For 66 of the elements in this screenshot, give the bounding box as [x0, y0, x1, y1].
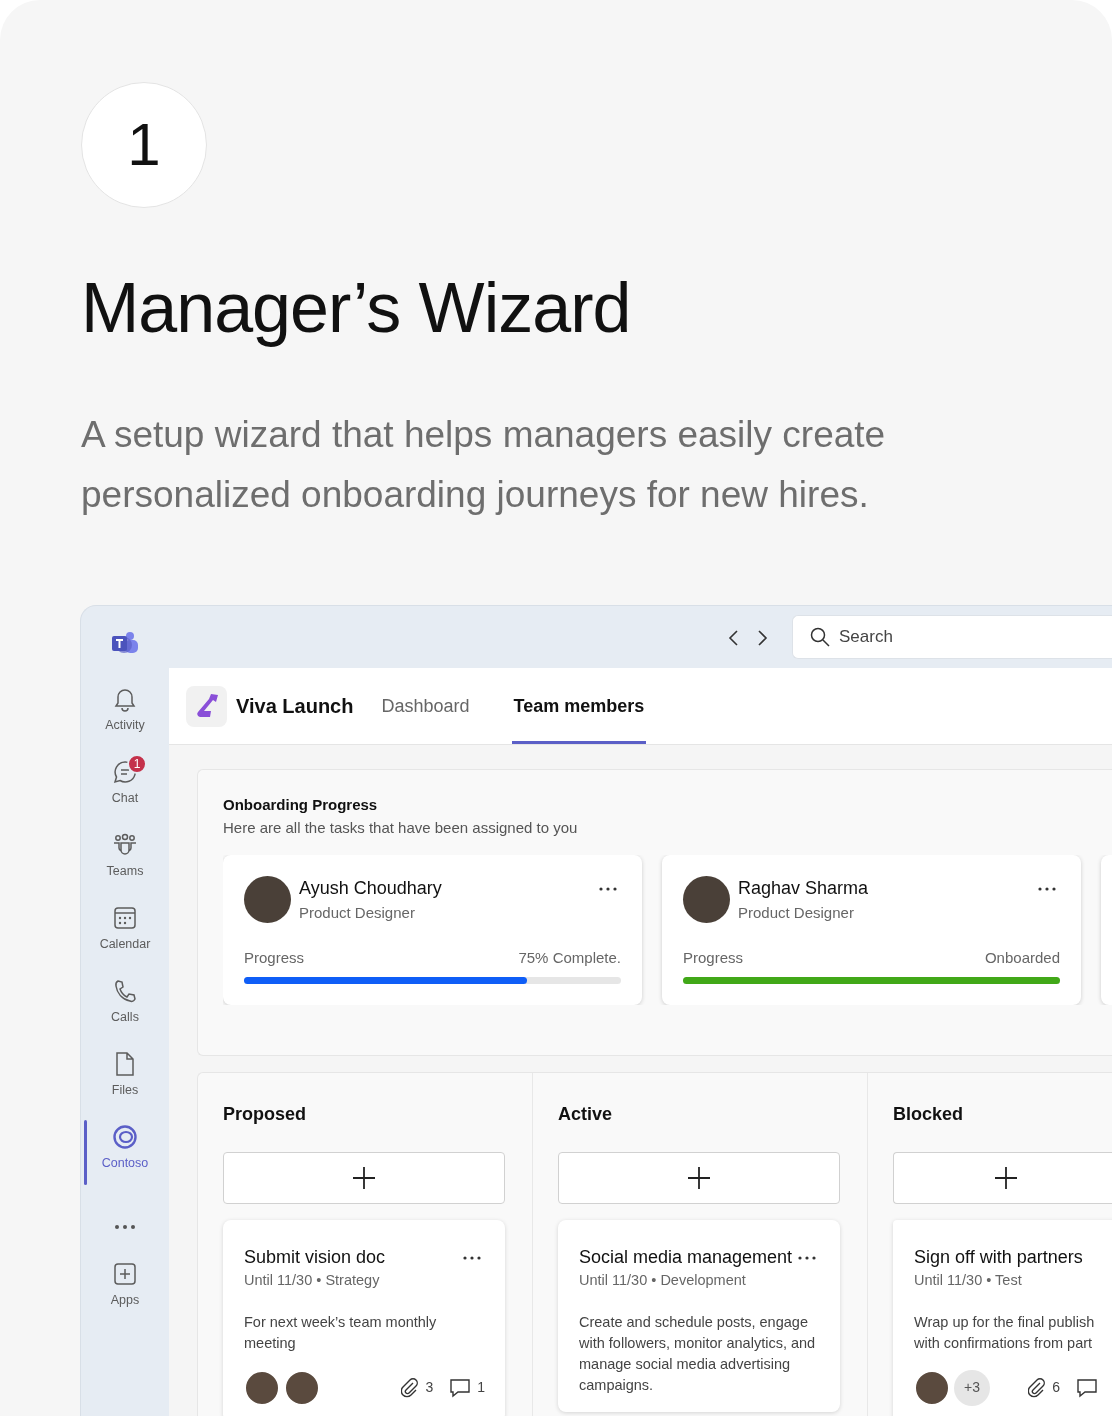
- step-number: 1: [81, 82, 207, 208]
- stat-count: 1: [477, 1378, 485, 1398]
- rail-item[interactable]: Teams: [81, 828, 169, 901]
- more-assignees-count: +3: [954, 1369, 990, 1406]
- plus-icon: [687, 1166, 711, 1190]
- page-description: A setup wizard that helps managers easily create personalized onboarding journeys for new hires.: [81, 413, 887, 517]
- member-name: Ayush Choudhary: [299, 877, 443, 900]
- member-name: Raghav Sharma: [738, 877, 870, 900]
- member-role: Product Designer: [299, 903, 416, 923]
- avatar-placeholder: [244, 876, 291, 924]
- chevron-left-icon: [728, 628, 740, 647]
- progress-label: Progress: [244, 947, 305, 968]
- phone-icon: [112, 978, 138, 1004]
- more-icon: [599, 887, 617, 891]
- more-icon: [798, 1256, 816, 1260]
- more-icon: [463, 1256, 481, 1260]
- rail-item[interactable]: Calls: [81, 974, 169, 1047]
- add-app-icon: [112, 1261, 138, 1287]
- rail-item[interactable]: Apps: [81, 1257, 169, 1330]
- app-name: Viva Launch: [236, 694, 354, 719]
- paperclip-icon: [401, 1377, 420, 1398]
- bell-icon: [112, 686, 138, 712]
- stat-count: 6: [1052, 1378, 1060, 1398]
- tab[interactable]: Dashboard: [379, 668, 472, 744]
- section-title: Onboarding Progress: [223, 795, 379, 815]
- rail-item[interactable]: Files: [81, 1047, 169, 1120]
- task-meta: Until 11/30 • Strategy: [244, 1271, 381, 1290]
- task-title: Sign off with partners: [914, 1246, 1083, 1269]
- tab[interactable]: Team members: [511, 668, 647, 744]
- column-title: Proposed: [223, 1103, 307, 1126]
- search-field[interactable]: Search: [792, 615, 1112, 659]
- paperclip-icon: [1028, 1377, 1047, 1398]
- rail-item[interactable]: Chat 1: [81, 755, 169, 828]
- arrow-logo-icon: [194, 693, 219, 719]
- task-description: For next week’s team monthly meeting: [244, 1312, 438, 1353]
- rail-item[interactable]: Calendar: [81, 901, 169, 974]
- plus-icon: [352, 1166, 376, 1190]
- task-title: Social media management: [579, 1246, 793, 1269]
- chevron-right-icon: [756, 628, 768, 647]
- progress-label: Progress: [683, 947, 744, 968]
- ring-logo-icon: [112, 1124, 138, 1150]
- people-icon: [112, 832, 138, 858]
- task-title: Submit vision doc: [244, 1246, 386, 1269]
- task-description: Wrap up for the final publish with confirmations from part: [914, 1312, 1096, 1353]
- task-meta: Until 11/30 • Development: [579, 1271, 747, 1290]
- more-icon: [1038, 887, 1056, 891]
- comment-icon: [1076, 1377, 1098, 1398]
- more-icon: [114, 1224, 136, 1230]
- progress-status: 75% Complete.: [518, 947, 621, 968]
- notification-badge: 1: [127, 754, 147, 774]
- rail-item[interactable]: Contoso: [81, 1120, 169, 1193]
- avatar-placeholder: [683, 876, 730, 924]
- calendar-icon: [112, 905, 138, 931]
- column-title: Active: [558, 1103, 614, 1126]
- column-title: Blocked: [893, 1103, 965, 1126]
- progress-status: Onboarded: [984, 947, 1060, 968]
- plus-icon: [994, 1166, 1018, 1190]
- task-meta: Until 11/30 • Test: [914, 1271, 1023, 1290]
- stat-count: 3: [425, 1378, 434, 1398]
- section-subtitle: Here are all the tasks that have been assigned to you: [223, 817, 579, 838]
- comment-icon: [449, 1377, 472, 1398]
- rail-item[interactable]: Activity: [81, 682, 169, 755]
- chat-icon: [112, 759, 138, 785]
- page-title: Manager’s Wizard: [81, 270, 632, 347]
- member-role: Product Designer: [738, 903, 855, 923]
- task-description: Create and schedule posts, engage with followers, monitor analytics, and manage social media advertising campaigns.: [579, 1312, 817, 1395]
